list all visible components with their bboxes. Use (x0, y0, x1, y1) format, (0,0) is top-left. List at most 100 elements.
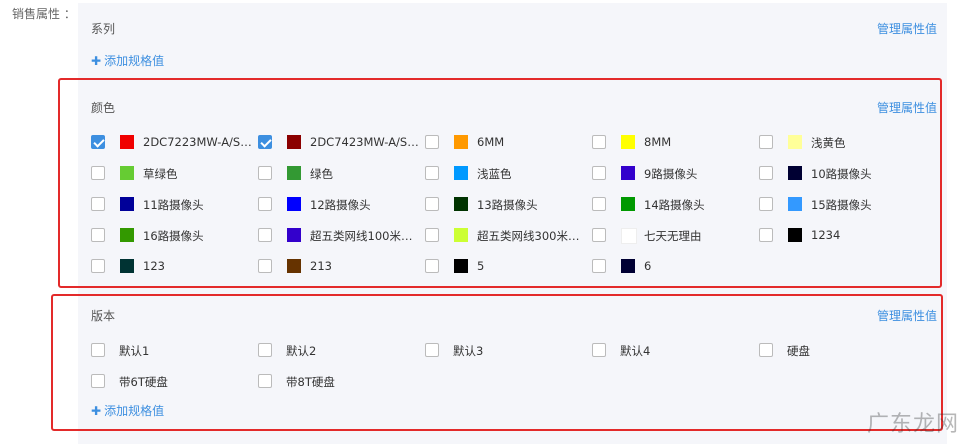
option-label: 硬盘 (787, 344, 810, 358)
option-item[interactable]: 超五类网线100米… (258, 226, 423, 246)
version-add-value-button[interactable]: ✚ 添加规格值 (91, 402, 164, 419)
option-item[interactable]: 6MM (425, 133, 590, 153)
checkbox-checked[interactable] (258, 135, 272, 149)
option-item[interactable]: 默认1 (91, 341, 256, 361)
checkbox[interactable] (759, 135, 773, 149)
option-item[interactable]: 超五类网线300米… (425, 226, 590, 246)
checkbox[interactable] (425, 343, 439, 357)
checkbox[interactable] (592, 343, 606, 357)
series-add-value-button[interactable]: ✚ 添加规格值 (91, 52, 164, 69)
checkbox[interactable] (91, 259, 105, 273)
checkbox[interactable] (258, 166, 272, 180)
option-label: 浅黄色 (811, 136, 846, 150)
color-swatch (287, 135, 301, 149)
option-label: 12路摄像头 (310, 198, 371, 212)
checkbox[interactable] (91, 197, 105, 211)
checkbox[interactable] (759, 343, 773, 357)
option-item[interactable]: 默认2 (258, 341, 423, 361)
option-label: 16路摄像头 (143, 229, 204, 243)
checkbox[interactable] (91, 166, 105, 180)
checkbox[interactable] (592, 135, 606, 149)
option-item[interactable]: 8MM (592, 133, 757, 153)
option-item[interactable]: 绿色 (258, 164, 423, 184)
version-manage-link[interactable]: 管理属性值 (877, 307, 937, 324)
checkbox-checked[interactable] (91, 135, 105, 149)
option-item[interactable]: 默认3 (425, 341, 590, 361)
checkbox[interactable] (759, 197, 773, 211)
option-label: 10路摄像头 (811, 167, 872, 181)
option-item[interactable]: 10路摄像头 (759, 164, 924, 184)
option-item[interactable]: 七天无理由 (592, 226, 757, 246)
option-item[interactable]: 14路摄像头 (592, 195, 757, 215)
checkbox[interactable] (592, 259, 606, 273)
color-swatch (454, 259, 468, 273)
option-label: 11路摄像头 (143, 198, 204, 212)
option-label: 草绿色 (143, 167, 178, 181)
color-swatch (287, 166, 301, 180)
option-label: 默认4 (620, 344, 651, 358)
checkbox[interactable] (258, 374, 272, 388)
option-item[interactable]: 5 (425, 257, 590, 277)
option-item[interactable]: 11路摄像头 (91, 195, 256, 215)
color-swatch (621, 259, 635, 273)
option-label: 13路摄像头 (477, 198, 538, 212)
color-swatch (788, 166, 802, 180)
checkbox[interactable] (425, 197, 439, 211)
checkbox[interactable] (592, 166, 606, 180)
checkbox[interactable] (425, 166, 439, 180)
option-item[interactable]: 2DC7223MW-A/S… (91, 133, 256, 153)
version-section: 版本 管理属性值 默认1 默认2 默认3 默认4 硬盘带6T硬盘 带8T硬盘 ✚ 添加规格值 (78, 299, 947, 439)
option-item[interactable]: 浅蓝色 (425, 164, 590, 184)
checkbox[interactable] (258, 259, 272, 273)
checkbox[interactable] (258, 197, 272, 211)
option-item[interactable]: 13路摄像头 (425, 195, 590, 215)
checkbox[interactable] (592, 197, 606, 211)
option-label: 8MM (644, 135, 672, 149)
option-item[interactable]: 16路摄像头 (91, 226, 256, 246)
option-label: 5 (477, 259, 485, 273)
option-item[interactable]: 2DC7423MW-A/S… (258, 133, 423, 153)
option-item[interactable]: 草绿色 (91, 164, 256, 184)
option-label: 七天无理由 (644, 229, 702, 243)
color-swatch (454, 197, 468, 211)
color-swatch (621, 228, 637, 244)
checkbox[interactable] (258, 228, 272, 242)
option-item[interactable]: 默认4 (592, 341, 757, 361)
option-label: 2DC7223MW-A/S… (143, 135, 252, 149)
option-item[interactable]: 带8T硬盘 (258, 372, 423, 392)
checkbox[interactable] (759, 166, 773, 180)
option-item[interactable]: 带6T硬盘 (91, 372, 256, 392)
color-manage-link[interactable]: 管理属性值 (877, 99, 937, 116)
option-label: 带8T硬盘 (286, 375, 335, 389)
version-title: 版本 (91, 309, 116, 323)
checkbox[interactable] (91, 343, 105, 357)
watermark-logo: 广东龙网 (866, 412, 959, 437)
option-label: 6MM (477, 135, 505, 149)
option-label: 浅蓝色 (477, 167, 512, 181)
color-swatch (120, 197, 134, 211)
series-manage-link[interactable]: 管理属性值 (877, 20, 937, 37)
option-label: 6 (644, 259, 652, 273)
option-item[interactable]: 6 (592, 257, 757, 277)
checkbox[interactable] (258, 343, 272, 357)
option-item[interactable]: 1234 (759, 226, 924, 246)
option-item[interactable]: 123 (91, 257, 256, 277)
option-label: 2DC7423MW-A/S… (310, 135, 419, 149)
option-item[interactable]: 浅黄色 (759, 133, 924, 153)
option-item[interactable]: 12路摄像头 (258, 195, 423, 215)
checkbox[interactable] (759, 228, 773, 242)
checkbox[interactable] (425, 135, 439, 149)
option-label: 绿色 (310, 167, 333, 181)
checkbox[interactable] (425, 259, 439, 273)
option-item[interactable]: 15路摄像头 (759, 195, 924, 215)
checkbox[interactable] (592, 228, 606, 242)
option-item[interactable]: 硬盘 (759, 341, 924, 361)
option-label: 默认3 (453, 344, 484, 358)
option-item[interactable]: 213 (258, 257, 423, 277)
checkbox[interactable] (91, 228, 105, 242)
checkbox[interactable] (425, 228, 439, 242)
option-label: 超五类网线100米… (310, 229, 413, 243)
option-item[interactable]: 9路摄像头 (592, 164, 757, 184)
series-add-value-label: 添加规格值 (104, 54, 165, 68)
checkbox[interactable] (91, 374, 105, 388)
